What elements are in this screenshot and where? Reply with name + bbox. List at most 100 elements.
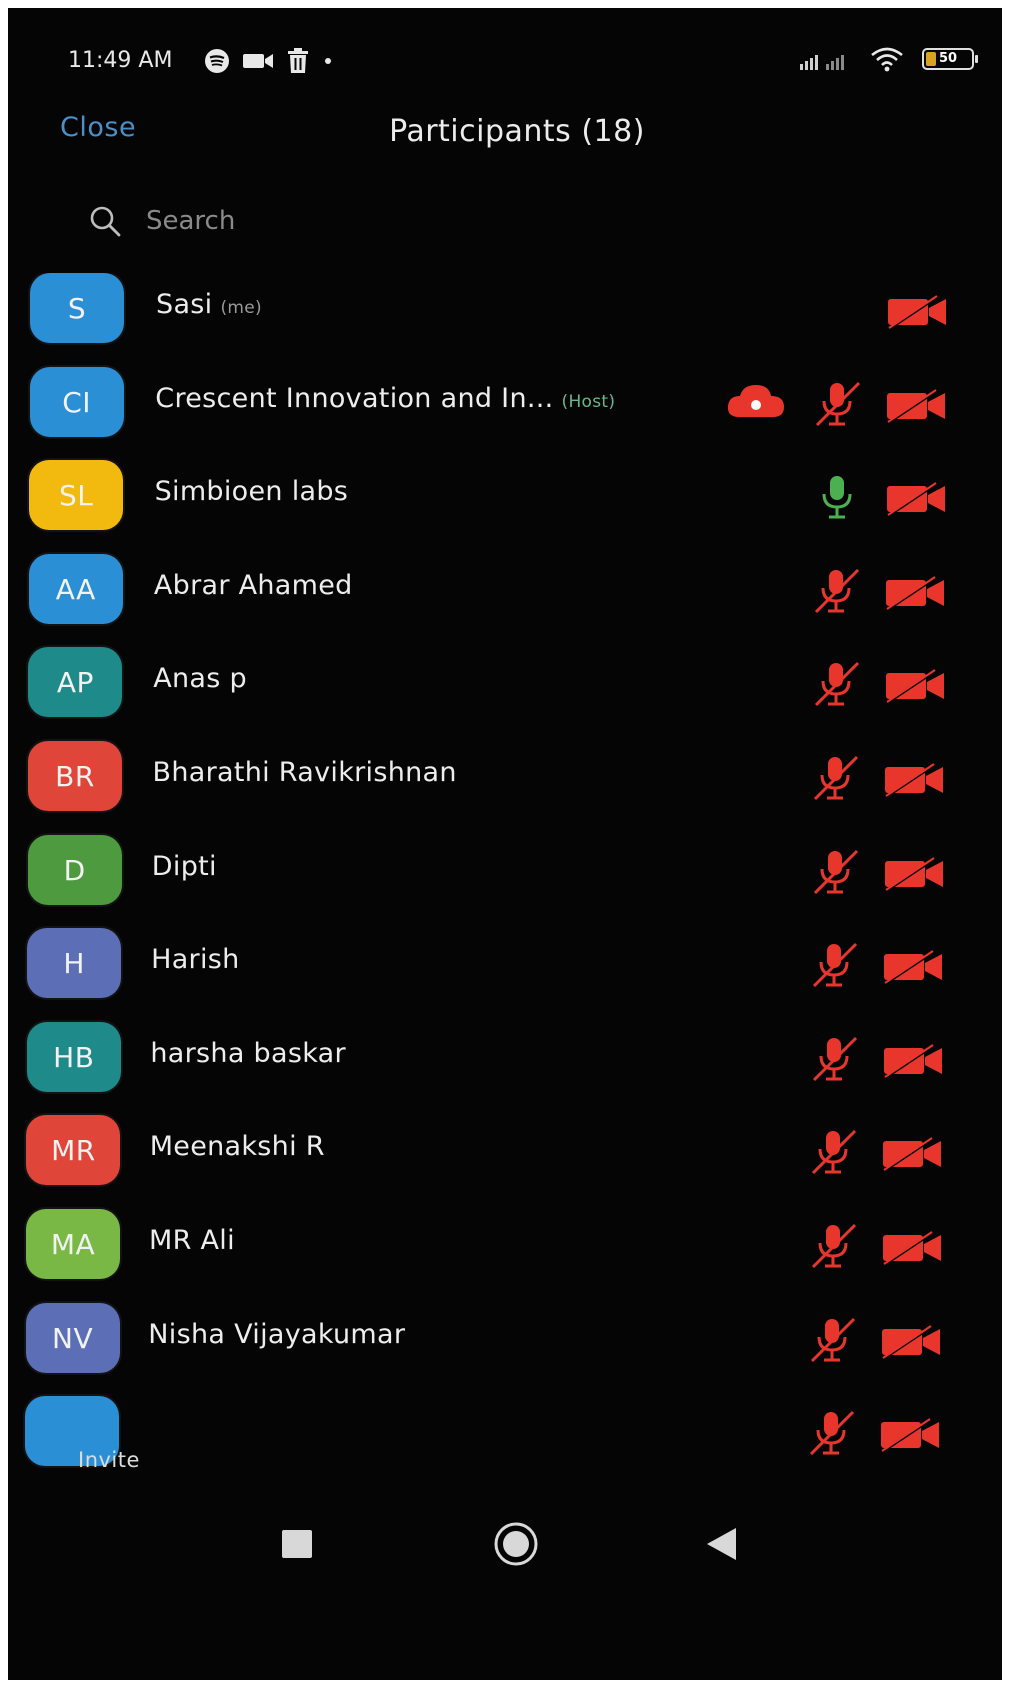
participant-name-text: Abrar Ahamed xyxy=(153,570,353,601)
participant-name: Crescent Innovation and In... (Host) xyxy=(155,383,615,414)
participant-row[interactable]: H Harish xyxy=(8,928,1002,1022)
trash-icon xyxy=(288,48,308,73)
participant-name: Abrar Ahamed xyxy=(154,570,353,601)
avatar: S xyxy=(30,273,124,343)
video-off-icon[interactable] xyxy=(881,1229,943,1265)
participant-name: Sasi (me) xyxy=(156,289,262,320)
muted-microphone-icon[interactable] xyxy=(810,659,862,709)
video-off-icon[interactable] xyxy=(881,1135,943,1171)
status-right-icons: 50 xyxy=(798,46,978,72)
participant-row[interactable]: BR Bharathi Ravikrishnan xyxy=(8,741,1002,835)
participant-row[interactable]: MR Meenakshi R xyxy=(8,1115,1002,1209)
participant-row[interactable]: S Sasi (me) xyxy=(8,273,1002,367)
triangle-back-icon[interactable] xyxy=(704,1526,738,1562)
video-off-icon[interactable] xyxy=(884,667,946,703)
participant-name: MR Ali xyxy=(149,1225,235,1256)
video-off-icon[interactable] xyxy=(886,293,948,329)
muted-microphone-icon[interactable] xyxy=(805,1408,857,1458)
wifi-icon xyxy=(871,47,903,72)
muted-microphone-icon[interactable] xyxy=(809,753,861,803)
participant-row[interactable]: MA MR Ali xyxy=(8,1209,1002,1303)
avatar: AA xyxy=(28,554,123,624)
participant-name: Nisha Vijayakumar xyxy=(148,1319,405,1350)
video-icon xyxy=(243,54,273,68)
signal-icon xyxy=(800,55,844,70)
system-navigation-bar xyxy=(8,1508,1002,1608)
video-off-icon[interactable] xyxy=(883,855,945,891)
cloud-recording-icon xyxy=(725,381,787,421)
video-off-icon[interactable] xyxy=(883,761,945,797)
video-off-icon[interactable] xyxy=(880,1323,942,1359)
participant-name-text: MR Ali xyxy=(149,1225,235,1256)
participant-name-text: Anas p xyxy=(153,663,247,694)
participant-row[interactable]: SL Simbioen labs xyxy=(8,460,1002,554)
dot-icon xyxy=(325,58,331,64)
me-badge: (me) xyxy=(220,298,262,318)
participant-name: Simbioen labs xyxy=(155,476,349,507)
video-off-icon[interactable] xyxy=(885,387,947,423)
video-off-icon[interactable] xyxy=(882,1042,944,1078)
muted-microphone-icon[interactable] xyxy=(808,940,860,990)
video-off-icon[interactable] xyxy=(879,1416,941,1452)
avatar: H xyxy=(27,928,122,998)
battery-level: 50 xyxy=(938,51,958,66)
status-bar: 11:49 AM 50 xyxy=(8,8,1002,103)
avatar: MR xyxy=(26,1115,121,1185)
muted-microphone-icon[interactable] xyxy=(809,847,861,897)
avatar: AP xyxy=(28,647,123,717)
participant-name-text: Harish xyxy=(151,944,240,975)
participant-name-text: Crescent Innovation and In... xyxy=(155,383,554,414)
status-time: 11:49 AM xyxy=(68,48,173,73)
microphone-icon[interactable] xyxy=(811,472,863,522)
muted-microphone-icon[interactable] xyxy=(807,1127,859,1177)
muted-microphone-icon[interactable] xyxy=(808,1034,860,1084)
zoom-participants-screen: 11:49 AM 50 Close Participants (18) Sear… xyxy=(8,8,1002,1680)
participant-name: harsha baskar xyxy=(150,1038,346,1069)
participant-name-text: Sasi xyxy=(156,289,213,320)
participant-name-text: Dipti xyxy=(151,851,217,882)
muted-microphone-icon[interactable] xyxy=(811,379,863,429)
participant-name: Bharathi Ravikrishnan xyxy=(153,757,457,788)
participant-name: Harish xyxy=(151,944,239,975)
participant-row[interactable]: AP Anas p xyxy=(8,647,1002,741)
muted-microphone-icon[interactable] xyxy=(807,1221,859,1271)
participant-name-text: Meenakshi R xyxy=(149,1131,325,1162)
battery-icon: 50 xyxy=(922,48,978,70)
video-off-icon[interactable] xyxy=(884,574,946,610)
host-badge: (Host) xyxy=(561,392,616,412)
participants-list: S Sasi (me) CI Crescent Innovation and In...… xyxy=(8,273,1002,1523)
avatar: MA xyxy=(26,1209,120,1279)
search-bar[interactable] xyxy=(88,196,488,246)
participant-name: Dipti xyxy=(152,851,217,882)
participant-row[interactable]: HB harsha baskar xyxy=(8,1022,1002,1116)
page-title: Participants (18) xyxy=(389,114,645,149)
avatar: CI xyxy=(29,367,124,437)
participant-name-text: Simbioen labs xyxy=(154,476,349,507)
avatar: HB xyxy=(26,1022,121,1092)
avatar: SL xyxy=(29,460,124,530)
status-left-icons xyxy=(204,48,334,74)
search-input[interactable] xyxy=(146,206,466,236)
participant-name-text: Nisha Vijayakumar xyxy=(148,1319,406,1350)
participant-row[interactable] xyxy=(8,1396,1002,1490)
muted-microphone-icon[interactable] xyxy=(806,1315,858,1365)
muted-microphone-icon[interactable] xyxy=(810,566,862,616)
avatar: BR xyxy=(28,741,122,811)
participant-name: Meenakshi R xyxy=(150,1131,325,1162)
participant-name: Anas p xyxy=(153,663,247,694)
participant-name-text: harsha baskar xyxy=(150,1038,346,1069)
avatar: NV xyxy=(25,1303,120,1373)
participant-row[interactable]: AA Abrar Ahamed xyxy=(8,554,1002,648)
participant-row[interactable]: CI Crescent Innovation and In... (Host) xyxy=(8,367,1002,461)
square-recents-icon[interactable] xyxy=(280,1528,314,1560)
circle-home-icon[interactable] xyxy=(492,1520,540,1568)
spotify-icon xyxy=(205,49,229,73)
search-icon xyxy=(90,206,121,237)
video-off-icon[interactable] xyxy=(885,480,947,516)
participant-name-text: Bharathi Ravikrishnan xyxy=(152,757,457,788)
invite-button[interactable]: Invite xyxy=(78,1448,140,1472)
avatar: D xyxy=(27,835,122,905)
video-off-icon[interactable] xyxy=(882,948,944,984)
participant-row[interactable]: D Dipti xyxy=(8,835,1002,929)
participant-row[interactable]: NV Nisha Vijayakumar xyxy=(8,1303,1002,1397)
